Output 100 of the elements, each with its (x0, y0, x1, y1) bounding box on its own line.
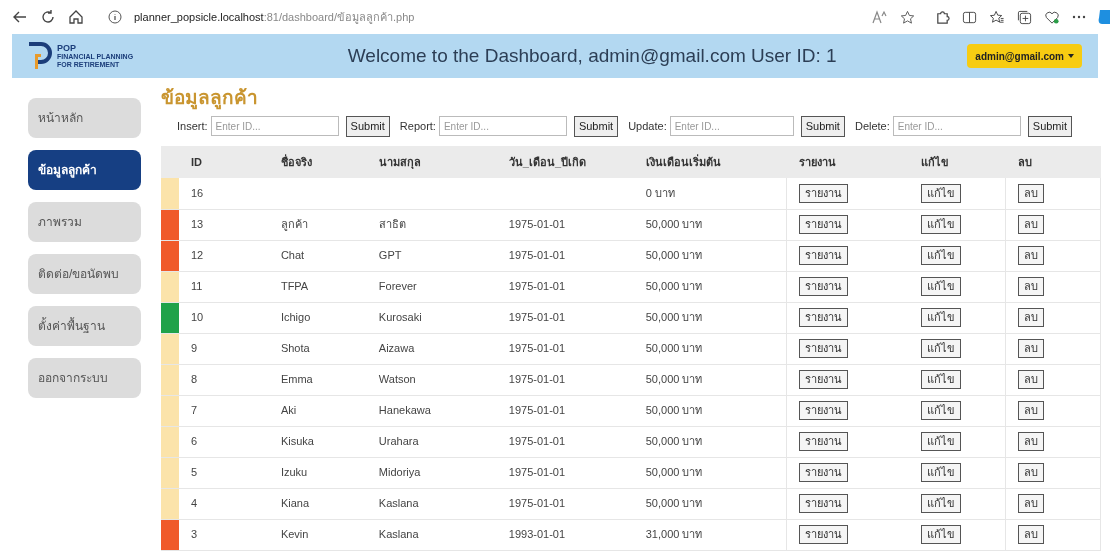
submit-button[interactable]: Submit (345, 115, 390, 137)
edit-button[interactable]: แก้ไข (920, 246, 961, 265)
user-menu-button[interactable]: admin@gmail.com (967, 44, 1082, 68)
table-cell: GPT (378, 249, 402, 262)
edit-button[interactable]: แก้ไข (920, 525, 961, 544)
split-screen-icon[interactable] (962, 9, 977, 25)
field-label: Insert: (177, 118, 208, 134)
delete-button[interactable]: ลบ (1018, 308, 1044, 327)
edit-button[interactable]: แก้ไข (920, 339, 961, 358)
table-cell: 50,000 บาท (645, 218, 703, 231)
logo-icon (27, 42, 53, 70)
report-button[interactable]: รายงาน (799, 339, 849, 358)
delete-button[interactable]: ลบ (1018, 277, 1044, 296)
table-cell: 50,000 บาท (645, 404, 703, 417)
column-header: นามสกุล (378, 155, 421, 168)
welcome-title: Welcome to the Dashboard, admin@gmail.com User ID: 1 (346, 43, 838, 68)
sidebar-item[interactable]: ออกจากระบบ (28, 358, 141, 398)
delete-button[interactable]: ลบ (1018, 525, 1044, 544)
delete-button[interactable]: ลบ (1018, 370, 1044, 389)
report-button[interactable]: รายงาน (799, 525, 849, 544)
delete-button[interactable]: ลบ (1018, 215, 1044, 234)
report-button[interactable]: รายงาน (799, 183, 849, 203)
table-cell: Watson (378, 373, 416, 386)
table-cell: 4 (190, 497, 198, 510)
table-cell: สาธิต (378, 218, 406, 231)
address-bar[interactable]: planner_popsicle.localhost:81/dashboard/ข้อมูลลูกค้า.php (134, 8, 415, 26)
id-input[interactable]: Enter ID... (669, 116, 794, 136)
report-button[interactable]: รายงาน (799, 215, 849, 234)
id-input[interactable]: Enter ID... (438, 116, 567, 136)
table-cell: Midoriya (378, 466, 421, 479)
report-button[interactable]: รายงาน (799, 370, 849, 389)
info-icon[interactable] (108, 10, 122, 24)
delete-button[interactable]: ลบ (1018, 339, 1044, 358)
table-cell: 1993-01-01 (508, 528, 566, 541)
column-header: รายงาน (798, 155, 836, 168)
table-cell: Shota (280, 342, 310, 355)
id-input[interactable]: Enter ID... (210, 116, 339, 136)
submit-button[interactable]: Submit (800, 115, 845, 137)
table-cell: 1975-01-01 (508, 280, 566, 293)
table-cell: Aizawa (378, 342, 415, 355)
table-cell: 1975-01-01 (508, 373, 566, 386)
delete-button[interactable]: ลบ (1018, 401, 1044, 420)
delete-button[interactable]: ลบ (1018, 183, 1044, 203)
table-cell: 31,000 บาท (645, 528, 703, 541)
edit-button[interactable]: แก้ไข (920, 463, 961, 482)
back-icon[interactable] (12, 9, 28, 25)
star-icon[interactable] (900, 9, 915, 25)
edit-button[interactable]: แก้ไข (920, 308, 961, 327)
sidebar-item[interactable]: ติดต่อ/ขอนัดพบ (28, 254, 141, 294)
report-button[interactable]: รายงาน (799, 246, 849, 265)
table-cell: Kaslana (378, 528, 419, 541)
table-cell: 1975-01-01 (508, 404, 566, 417)
table-cell: Forever (378, 280, 417, 293)
submit-button[interactable]: Submit (1027, 115, 1073, 137)
table-cell: 50,000 บาท (645, 435, 703, 448)
table-cell: 10 (190, 311, 204, 324)
delete-button[interactable]: ลบ (1018, 463, 1044, 482)
report-button[interactable]: รายงาน (799, 494, 849, 513)
more-icon[interactable] (1072, 15, 1086, 19)
sidebar-item[interactable]: ข้อมูลลูกค้า (28, 150, 141, 190)
edit-button[interactable]: แก้ไข (920, 494, 961, 513)
field-label: Delete: (854, 118, 890, 134)
column-header: เงินเดือนเริ่มต้น (645, 155, 721, 168)
edit-button[interactable]: แก้ไข (920, 277, 961, 296)
table-cell: 7 (190, 404, 198, 417)
table-cell: 1975-01-01 (508, 497, 566, 510)
table-cell: 1975-01-01 (508, 311, 566, 324)
sidebar-item[interactable]: ภาพรวม (28, 202, 141, 242)
report-button[interactable]: รายงาน (799, 401, 849, 420)
table-cell: Kurosaki (378, 311, 422, 324)
table-cell: 13 (190, 218, 204, 231)
field-label: Report: (399, 118, 436, 134)
favorites-icon[interactable] (989, 9, 1005, 25)
id-input[interactable]: Enter ID... (892, 116, 1021, 136)
field-label: Update: (628, 118, 667, 134)
edit-button[interactable]: แก้ไข (920, 401, 961, 420)
puzzle-icon[interactable] (935, 9, 950, 25)
sidebar-item[interactable]: หน้าหลัก (28, 98, 141, 138)
table-cell: Kevin (280, 528, 309, 541)
delete-button[interactable]: ลบ (1018, 494, 1044, 513)
logo-name: POP (57, 43, 77, 53)
report-button[interactable]: รายงาน (799, 277, 849, 296)
refresh-icon[interactable] (40, 9, 56, 25)
delete-button[interactable]: ลบ (1018, 432, 1044, 451)
edit-button[interactable]: แก้ไข (920, 215, 961, 234)
edit-button[interactable]: แก้ไข (920, 183, 961, 203)
caret-icon (1068, 54, 1074, 58)
report-button[interactable]: รายงาน (799, 463, 849, 482)
read-aloud-icon[interactable] (872, 10, 888, 24)
heart-icon[interactable] (1044, 9, 1060, 25)
delete-button[interactable]: ลบ (1018, 246, 1044, 265)
submit-button[interactable]: Submit (573, 115, 619, 137)
sidebar-item[interactable]: ตั้งค่าพื้นฐาน (28, 306, 141, 346)
collections-icon[interactable] (1017, 9, 1032, 25)
home-icon[interactable] (68, 9, 84, 25)
report-button[interactable]: รายงาน (799, 308, 849, 327)
edit-button[interactable]: แก้ไข (920, 370, 961, 389)
report-button[interactable]: รายงาน (799, 432, 849, 451)
table-cell: 1975-01-01 (508, 342, 566, 355)
edit-button[interactable]: แก้ไข (920, 432, 961, 451)
